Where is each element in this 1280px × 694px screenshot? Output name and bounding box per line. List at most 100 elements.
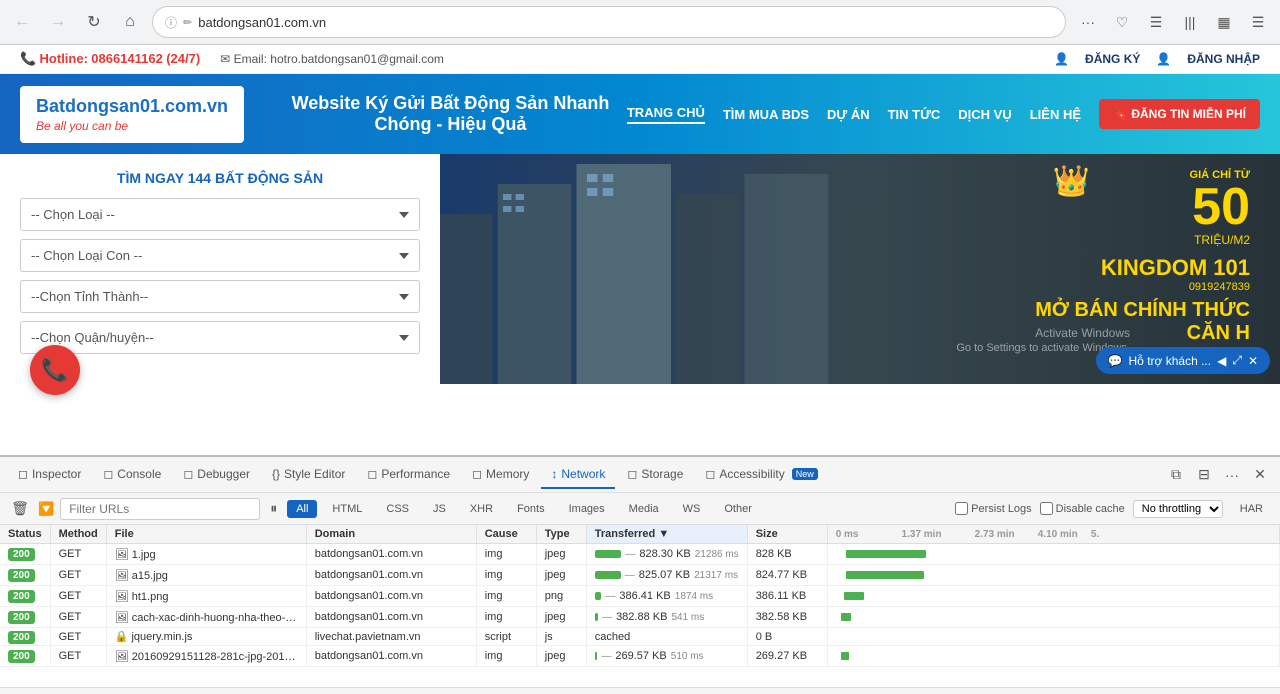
col-header-type[interactable]: Type <box>536 525 586 544</box>
tab-manager-icon[interactable]: ▦ <box>1210 8 1238 36</box>
type-filter-media[interactable]: Media <box>620 500 668 518</box>
extensions-icon[interactable]: ||| <box>1176 8 1204 36</box>
logo-title: Batdongsan01.com.vn <box>36 96 228 117</box>
banner-open-label: MỞ BÁN CHÍNH THỨC <box>1035 299 1250 322</box>
phone-icon: 📞 <box>20 51 36 66</box>
devtools-responsive-btn[interactable]: ⧉ <box>1164 463 1188 487</box>
type-filter-html[interactable]: HTML <box>323 500 371 518</box>
devtools-tab-accessibility[interactable]: ◻ Accessibility New <box>695 461 827 489</box>
chat-widget[interactable]: 💬 Hỗ trợ khách ... ◀ ⤢ ✕ <box>1096 347 1270 374</box>
cell-domain: livechat.pavietnam.vn <box>306 628 476 646</box>
devtools-tab-debugger[interactable]: ◻ Debugger <box>173 461 260 489</box>
devtools-tab-network[interactable]: ↕ Network <box>541 461 615 489</box>
devtools-close-btn[interactable]: ✕ <box>1248 463 1272 487</box>
status-badge: 200 <box>8 569 35 582</box>
select-loai-con[interactable]: -- Chọn Loại Con -- <box>20 239 420 272</box>
col-header-status[interactable]: Status <box>0 525 50 544</box>
inspector-icon: ◻ <box>18 467 28 481</box>
memory-icon: ◻ <box>472 467 482 481</box>
collections-icon[interactable]: ☰ <box>1142 8 1170 36</box>
type-filter-js[interactable]: JS <box>424 500 455 518</box>
table-row[interactable]: 200 GET 🖼 cach-xac-dinh-huong-nha-theo-p… <box>0 607 1280 628</box>
type-filter-other[interactable]: Other <box>715 500 761 518</box>
table-row[interactable]: 200 GET 🔒 jquery.min.js livechat.pavietn… <box>0 628 1280 646</box>
type-filter-fonts[interactable]: Fonts <box>508 500 554 518</box>
browser-chrome: ← → ↻ ⌂ ⓘ ✏ batdongsan01.com.vn ··· ♡ ☰ … <box>0 0 1280 45</box>
persist-logs-checkbox[interactable] <box>955 502 968 515</box>
cell-domain: batdongsan01.com.vn <box>306 586 476 607</box>
toolbar-right: ··· ♡ ☰ ||| ▦ ☰ <box>1074 8 1272 36</box>
chat-expand[interactable]: ⤢ <box>1232 353 1242 368</box>
cell-method: GET <box>50 628 106 646</box>
more-tools-button[interactable]: ··· <box>1074 8 1102 36</box>
filter-urls-input[interactable] <box>60 498 260 520</box>
devtools-tab-performance[interactable]: ◻ Performance <box>357 461 460 489</box>
edit-icon: ✏ <box>183 16 192 29</box>
cell-cause: img <box>476 607 536 628</box>
throttle-select[interactable]: No throttling <box>1133 500 1223 518</box>
nav-trang-chu[interactable]: TRANG CHỦ <box>627 105 705 124</box>
type-filter-images[interactable]: Images <box>560 500 614 518</box>
type-filter-ws[interactable]: WS <box>674 500 710 518</box>
nav-lien-he[interactable]: LIÊN HỆ <box>1030 107 1081 122</box>
cell-transferred: — 825.07 KB 21317 ms <box>586 565 747 586</box>
search-panel: TÌM NGAY 144 BẤT ĐỘNG SẢN -- Chọn Loại -… <box>0 154 440 384</box>
chat-close[interactable]: ✕ <box>1248 354 1258 368</box>
chat-minimize[interactable]: ◀ <box>1217 354 1226 368</box>
clear-network-btn[interactable]: 🗑 <box>8 497 32 521</box>
devtools-tab-console[interactable]: ◻ Console <box>93 461 171 489</box>
disable-cache-checkbox[interactable] <box>1040 502 1053 515</box>
persist-logs-label[interactable]: Persist Logs <box>955 502 1032 515</box>
col-header-method[interactable]: Method <box>50 525 106 544</box>
menu-button[interactable]: ☰ <box>1244 8 1272 36</box>
select-tinh-thanh[interactable]: --Chọn Tỉnh Thành-- <box>20 280 420 313</box>
type-filter-all[interactable]: All <box>287 500 317 518</box>
cell-cause: img <box>476 544 536 565</box>
search-title: TÌM NGAY 144 BẤT ĐỘNG SẢN <box>20 170 420 186</box>
pause-recording-btn[interactable]: ⏸ <box>266 500 281 517</box>
performance-icon: ◻ <box>367 467 377 481</box>
col-header-transferred[interactable]: Transferred ▼ <box>586 525 747 544</box>
col-header-domain[interactable]: Domain <box>306 525 476 544</box>
devtools-tab-style-editor[interactable]: {} Style Editor <box>262 461 355 489</box>
status-badge: 200 <box>8 650 35 663</box>
nav-du-an[interactable]: DỰ ÁN <box>827 107 870 122</box>
har-button[interactable]: HAR <box>1231 500 1272 518</box>
col-header-waterfall[interactable]: 0 ms 1.37 min 2.73 min 4.10 min 5. <box>827 525 1279 544</box>
table-row[interactable]: 200 GET 🖼 a15.jpg batdongsan01.com.vn im… <box>0 565 1280 586</box>
table-row[interactable]: 200 GET 🖼 ht1.png batdongsan01.com.vn im… <box>0 586 1280 607</box>
home-button[interactable]: ⌂ <box>116 8 144 36</box>
select-loai[interactable]: -- Chọn Loại -- <box>20 198 420 231</box>
devtools-more-btn[interactable]: ··· <box>1220 463 1244 487</box>
cell-transferred: cached <box>586 628 747 646</box>
type-filter-xhr[interactable]: XHR <box>461 500 502 518</box>
login-link[interactable]: ĐĂNG NHẬP <box>1187 52 1260 66</box>
nav-dich-vu[interactable]: DỊCH VỤ <box>958 107 1011 122</box>
cell-status: 200 <box>0 544 50 565</box>
status-badge: 200 <box>8 611 35 624</box>
table-row[interactable]: 200 GET 🖼 1.jpg batdongsan01.com.vn img … <box>0 544 1280 565</box>
col-header-file[interactable]: File <box>106 525 306 544</box>
col-header-cause[interactable]: Cause <box>476 525 536 544</box>
nav-tim-mua-bds[interactable]: TÌM MUA BDS <box>723 107 809 122</box>
site-tagline: Website Ký Gửi Bất Động Sản Nhanh Chóng … <box>274 93 627 135</box>
nav-tin-tuc[interactable]: TIN TỨC <box>888 107 941 122</box>
forward-button[interactable]: → <box>44 8 72 36</box>
register-link[interactable]: ĐĂNG KÝ <box>1085 52 1140 66</box>
select-quan-huyen[interactable]: --Chọn Quận/huyện-- <box>20 321 420 354</box>
logo-box: Batdongsan01.com.vn Be all you can be <box>20 86 244 143</box>
cta-button[interactable]: 🔖 ĐĂNG TIN MIỄN PHÍ <box>1099 99 1260 129</box>
cell-file: 🖼 1.jpg <box>106 544 306 565</box>
disable-cache-label[interactable]: Disable cache <box>1040 502 1125 515</box>
devtools-tab-inspector[interactable]: ◻ Inspector <box>8 461 91 489</box>
devtools-split-btn[interactable]: ⊟ <box>1192 463 1216 487</box>
devtools-tab-storage[interactable]: ◻ Storage <box>617 461 693 489</box>
type-filter-css[interactable]: CSS <box>377 500 418 518</box>
cell-file: 🖼 ht1.png <box>106 586 306 607</box>
col-header-size[interactable]: Size <box>747 525 827 544</box>
devtools-tab-memory[interactable]: ◻ Memory <box>462 461 539 489</box>
reload-button[interactable]: ↻ <box>80 8 108 36</box>
url-input[interactable]: batdongsan01.com.vn <box>198 15 1053 30</box>
back-button[interactable]: ← <box>8 8 36 36</box>
bookmark-icon[interactable]: ♡ <box>1108 8 1136 36</box>
